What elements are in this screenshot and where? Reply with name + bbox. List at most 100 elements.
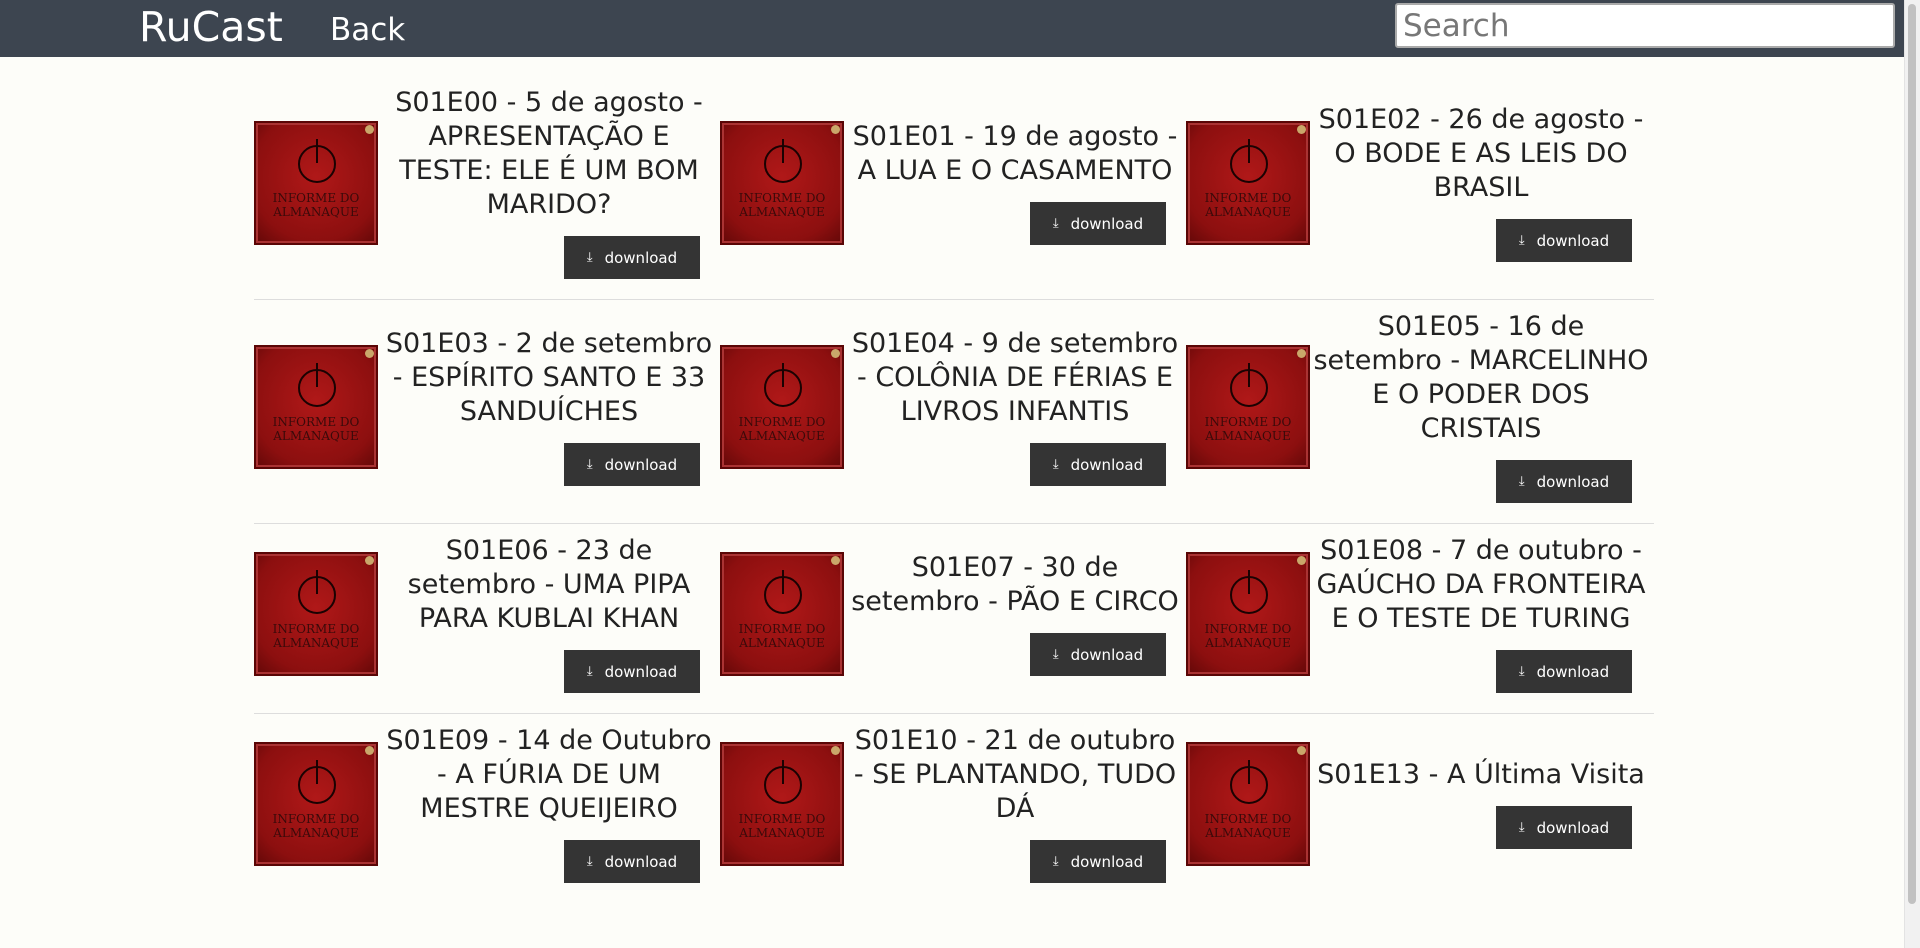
episode-title: S01E01 - 19 de agosto - A LUA E O CASAME… bbox=[852, 121, 1178, 186]
seal-icon bbox=[831, 348, 840, 358]
seal-icon bbox=[831, 555, 840, 565]
download-button[interactable]: ⤓ download bbox=[564, 236, 700, 279]
episode-card: INFORME DO ALMANAQUE S01E00 - 5 de agosto… bbox=[254, 76, 720, 299]
seal-icon bbox=[1297, 124, 1306, 134]
cover-title: INFORME DO ALMANAQUE bbox=[738, 811, 826, 840]
scrollbar[interactable] bbox=[1904, 0, 1920, 948]
podcast-cover-image: INFORME DO ALMANAQUE bbox=[254, 551, 378, 676]
penny-farthing-icon bbox=[764, 569, 802, 614]
seal-icon bbox=[365, 555, 374, 565]
download-icon: ⤓ bbox=[1518, 664, 1525, 679]
seal-icon bbox=[831, 745, 840, 755]
episode-info: S01E10 - 21 de outubro - SE PLANTANDO, T… bbox=[844, 724, 1186, 883]
download-button[interactable]: ⤓ download bbox=[1030, 443, 1166, 486]
episode-row: INFORME DO ALMANAQUE S01E03 - 2 de setemb… bbox=[254, 300, 1654, 524]
episode-title: S01E04 - 9 de setembro - COLÔNIA DE FÉRI… bbox=[851, 328, 1179, 427]
cover-title: INFORME DO ALMANAQUE bbox=[1204, 414, 1292, 443]
episode-info: S01E00 - 5 de agosto - APRESENTAÇÃO E TE… bbox=[378, 86, 720, 279]
episode-title: S01E07 - 30 de setembro - PÃO E CIRCO bbox=[851, 552, 1179, 617]
download-label: download bbox=[1536, 818, 1610, 837]
search-input[interactable] bbox=[1395, 3, 1895, 48]
seal-icon bbox=[831, 124, 840, 134]
download-icon: ⤓ bbox=[586, 250, 593, 265]
download-button[interactable]: ⤓ download bbox=[1496, 806, 1632, 849]
download-label: download bbox=[604, 662, 678, 681]
cover-title: INFORME DO ALMANAQUE bbox=[738, 414, 826, 443]
episode-row: INFORME DO ALMANAQUE S01E00 - 5 de agosto… bbox=[254, 76, 1654, 300]
download-icon: ⤓ bbox=[1518, 233, 1525, 248]
cover-title: INFORME DO ALMANAQUE bbox=[272, 414, 360, 443]
seal-icon bbox=[1297, 555, 1306, 565]
episode-info: S01E07 - 30 de setembro - PÃO E CIRCO ⤓ … bbox=[844, 551, 1186, 676]
download-label: download bbox=[1070, 645, 1144, 664]
seal-icon bbox=[365, 745, 374, 755]
episode-card: INFORME DO ALMANAQUE S01E07 - 30 de setem… bbox=[720, 541, 1186, 696]
download-button[interactable]: ⤓ download bbox=[1030, 202, 1166, 245]
penny-farthing-icon bbox=[764, 362, 802, 407]
download-button[interactable]: ⤓ download bbox=[1030, 840, 1166, 883]
podcast-cover-image: INFORME DO ALMANAQUE bbox=[254, 120, 378, 245]
episode-title: S01E00 - 5 de agosto - APRESENTAÇÃO E TE… bbox=[395, 87, 703, 220]
podcast-cover-image: INFORME DO ALMANAQUE bbox=[720, 741, 844, 866]
cover-title: INFORME DO ALMANAQUE bbox=[272, 811, 360, 840]
penny-farthing-icon bbox=[1230, 569, 1268, 614]
episode-info: S01E02 - 26 de agosto - O BODE E AS LEIS… bbox=[1310, 103, 1652, 262]
episode-card: INFORME DO ALMANAQUE S01E05 - 16 de setem… bbox=[1186, 300, 1652, 523]
download-button[interactable]: ⤓ download bbox=[564, 443, 700, 486]
penny-farthing-icon bbox=[298, 362, 336, 407]
episode-info: S01E04 - 9 de setembro - COLÔNIA DE FÉRI… bbox=[844, 327, 1186, 486]
penny-farthing-icon bbox=[1230, 759, 1268, 804]
episode-info: S01E06 - 23 de setembro - UMA PIPA PARA … bbox=[378, 534, 720, 693]
download-label: download bbox=[1536, 472, 1610, 491]
brand-link[interactable]: RuCast bbox=[139, 2, 283, 52]
episode-title: S01E06 - 23 de setembro - UMA PIPA PARA … bbox=[407, 535, 691, 634]
podcast-cover-image: INFORME DO ALMANAQUE bbox=[254, 344, 378, 469]
episode-card: INFORME DO ALMANAQUE S01E04 - 9 de setemb… bbox=[720, 317, 1186, 506]
penny-farthing-icon bbox=[1230, 362, 1268, 407]
podcast-cover-image: INFORME DO ALMANAQUE bbox=[1186, 344, 1310, 469]
download-label: download bbox=[1070, 852, 1144, 871]
cover-title: INFORME DO ALMANAQUE bbox=[1204, 811, 1292, 840]
top-navbar: RuCast Back bbox=[0, 0, 1905, 57]
penny-farthing-icon bbox=[1230, 138, 1268, 183]
download-button[interactable]: ⤓ download bbox=[1496, 219, 1632, 262]
penny-farthing-icon bbox=[298, 759, 336, 804]
download-label: download bbox=[1070, 214, 1144, 233]
episode-card: INFORME DO ALMANAQUE S01E09 - 14 de Outub… bbox=[254, 714, 720, 903]
episode-title: S01E03 - 2 de setembro - ESPÍRITO SANTO … bbox=[385, 328, 713, 427]
cover-title: INFORME DO ALMANAQUE bbox=[272, 190, 360, 219]
download-icon: ⤓ bbox=[1052, 216, 1059, 231]
download-icon: ⤓ bbox=[1052, 647, 1059, 662]
cover-title: INFORME DO ALMANAQUE bbox=[738, 621, 826, 650]
download-button[interactable]: ⤓ download bbox=[1496, 650, 1632, 693]
podcast-cover-image: INFORME DO ALMANAQUE bbox=[1186, 551, 1310, 676]
penny-farthing-icon bbox=[298, 138, 336, 183]
episode-title: S01E08 - 7 de outubro - GAÚCHO DA FRONTE… bbox=[1316, 535, 1646, 634]
download-icon: ⤓ bbox=[586, 664, 593, 679]
download-label: download bbox=[1070, 455, 1144, 474]
podcast-cover-image: INFORME DO ALMANAQUE bbox=[720, 120, 844, 245]
episode-grid: INFORME DO ALMANAQUE S01E00 - 5 de agosto… bbox=[254, 76, 1654, 903]
episode-card: INFORME DO ALMANAQUE S01E02 - 26 de agost… bbox=[1186, 93, 1652, 282]
penny-farthing-icon bbox=[298, 569, 336, 614]
episode-card: INFORME DO ALMANAQUE S01E01 - 19 de agost… bbox=[720, 110, 1186, 265]
cover-title: INFORME DO ALMANAQUE bbox=[738, 190, 826, 219]
download-button[interactable]: ⤓ download bbox=[564, 650, 700, 693]
episode-info: S01E05 - 16 de setembro - MARCELINHO E O… bbox=[1310, 310, 1652, 503]
episode-title: S01E13 - A Última Visita bbox=[1317, 759, 1645, 790]
seal-icon bbox=[1297, 348, 1306, 358]
penny-farthing-icon bbox=[764, 759, 802, 804]
download-label: download bbox=[604, 852, 678, 871]
download-icon: ⤓ bbox=[586, 854, 593, 869]
download-button[interactable]: ⤓ download bbox=[1496, 460, 1632, 503]
episode-info: S01E09 - 14 de Outubro - A FÚRIA DE UM M… bbox=[378, 724, 720, 883]
download-button[interactable]: ⤓ download bbox=[564, 840, 700, 883]
download-button[interactable]: ⤓ download bbox=[1030, 633, 1166, 676]
episode-card: INFORME DO ALMANAQUE S01E08 - 7 de outubr… bbox=[1186, 524, 1652, 713]
scrollbar-thumb[interactable] bbox=[1908, 4, 1916, 904]
seal-icon bbox=[365, 124, 374, 134]
back-link[interactable]: Back bbox=[330, 10, 405, 50]
episode-title: S01E02 - 26 de agosto - O BODE E AS LEIS… bbox=[1318, 104, 1644, 203]
episode-row: INFORME DO ALMANAQUE S01E06 - 23 de setem… bbox=[254, 524, 1654, 714]
download-label: download bbox=[604, 248, 678, 267]
